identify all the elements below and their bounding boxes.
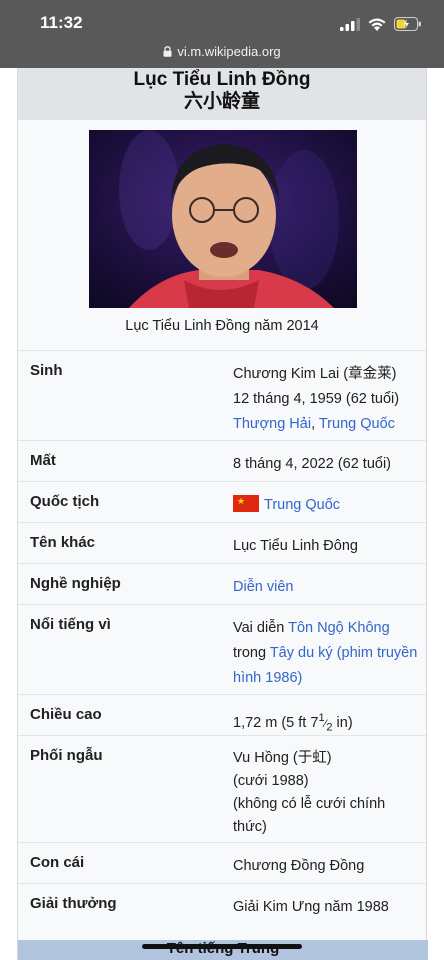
row-died: Mất 8 tháng 4, 2022 (62 tuổi) [18, 440, 426, 481]
born-name: Chương Kim Lai (章金莱) [233, 366, 397, 382]
row-nationality: Quốc tịch ★ Trung Quốc [18, 481, 426, 522]
row-spouse: Phối ngẫu Vu Hồng (于虹) (cưới 1988) (khôn… [18, 735, 426, 842]
row-value: Diễn viên [233, 575, 423, 600]
row-label: Phối ngẫu [30, 747, 103, 764]
row-height: Chiều cao 1,72 m (5 ft 71⁄2 in) [18, 694, 426, 735]
photo-caption: Lục Tiểu Linh Đồng năm 2014 [125, 318, 319, 334]
born-date: 12 tháng 4, 1959 (62 tuổi) [233, 391, 400, 407]
row-label: Mất [30, 452, 56, 469]
row-label: Sinh [30, 362, 63, 379]
portrait-image [89, 130, 357, 308]
row-value: ★ Trung Quốc [233, 493, 423, 518]
height-main: 1,72 m (5 ft 7 [233, 714, 319, 731]
battery-icon [394, 17, 421, 31]
row-value: Giải Kim Ưng năm 1988 [233, 899, 389, 915]
china-flag-icon: ★ [233, 495, 259, 512]
born-place: Thượng Hải, Trung Quốc [233, 412, 423, 437]
lock-icon [163, 46, 172, 57]
row-label: Con cái [30, 854, 85, 871]
cellular-signal-icon [340, 17, 360, 31]
known-for-text: Vai diễn [233, 620, 289, 636]
infobox-title: Lục Tiểu Linh Đồng 六小龄童 [18, 68, 426, 120]
row-value: 8 tháng 4, 2022 (62 tuổi) [233, 456, 392, 472]
link-ton-ngo-khong[interactable]: Tôn Ngộ Không [288, 620, 390, 636]
portrait-photo[interactable] [89, 130, 357, 308]
height-end: in) [332, 714, 353, 731]
wifi-icon [368, 18, 386, 31]
known-for-text: trong [233, 645, 270, 661]
spouse-married: (cưới 1988) [233, 773, 309, 789]
status-time: 11:32 [40, 13, 83, 32]
browser-chrome: 11:32 vi.m.wikipedia.org [0, 0, 444, 68]
spouse-note: (không có lễ cưới chính thức) [233, 796, 386, 835]
link-trung-quoc[interactable]: Trung Quốc [319, 416, 395, 432]
infobox-rows: Sinh Chương Kim Lai (章金莱) 12 tháng 4, 19… [18, 350, 426, 924]
place-separator: , [311, 416, 319, 432]
url-text: vi.m.wikipedia.org [177, 44, 281, 59]
status-icons [340, 14, 422, 34]
row-label: Giải thưởng [30, 895, 117, 912]
row-value: Vai diễn Tôn Ngộ Không trong Tây du ký (… [233, 616, 423, 691]
section-header-chinese-name[interactable]: Tên tiếng Trung [18, 940, 428, 960]
row-value: Vu Hồng (于虹) (cưới 1988) (không có lễ cư… [233, 747, 423, 839]
row-value: Chương Đồng Đồng [233, 858, 365, 874]
home-indicator[interactable] [142, 944, 302, 949]
row-value: Chương Kim Lai (章金莱) 12 tháng 4, 1959 (6… [233, 362, 423, 437]
row-label: Nổi tiếng vì [30, 616, 111, 633]
spouse-name: Vu Hồng (于虹) [233, 750, 332, 766]
row-label: Tên khác [30, 534, 96, 551]
link-occupation[interactable]: Diễn viên [233, 579, 293, 595]
url-bar[interactable]: vi.m.wikipedia.org [0, 44, 444, 59]
row-label: Chiều cao [30, 706, 102, 723]
infobox: Lục Tiểu Linh Đồng 六小龄童 Lục Tiểu Linh Đồ… [17, 68, 428, 960]
row-known-for: Nổi tiếng vì Vai diễn Tôn Ngộ Không tron… [18, 604, 426, 694]
row-occupation: Nghề nghiệp Diễn viên [18, 563, 426, 604]
row-value: Lục Tiểu Linh Đông [233, 538, 358, 554]
infobox-title-native: 六小龄童 [183, 91, 260, 112]
infobox-title-main: Lục Tiểu Linh Đồng [133, 69, 311, 90]
row-label: Quốc tịch [30, 493, 100, 510]
row-awards: Giải thưởng Giải Kim Ưng năm 1988 [18, 883, 426, 924]
link-nationality[interactable]: Trung Quốc [264, 497, 340, 513]
row-other-names: Tên khác Lục Tiểu Linh Đông [18, 522, 426, 563]
row-label: Nghề nghiệp [30, 575, 121, 592]
page-content: Lục Tiểu Linh Đồng 六小龄童 Lục Tiểu Linh Đồ… [0, 68, 444, 960]
link-thuong-hai[interactable]: Thượng Hải [233, 416, 311, 432]
row-born: Sinh Chương Kim Lai (章金莱) 12 tháng 4, 19… [18, 350, 426, 440]
row-children: Con cái Chương Đồng Đồng [18, 842, 426, 883]
